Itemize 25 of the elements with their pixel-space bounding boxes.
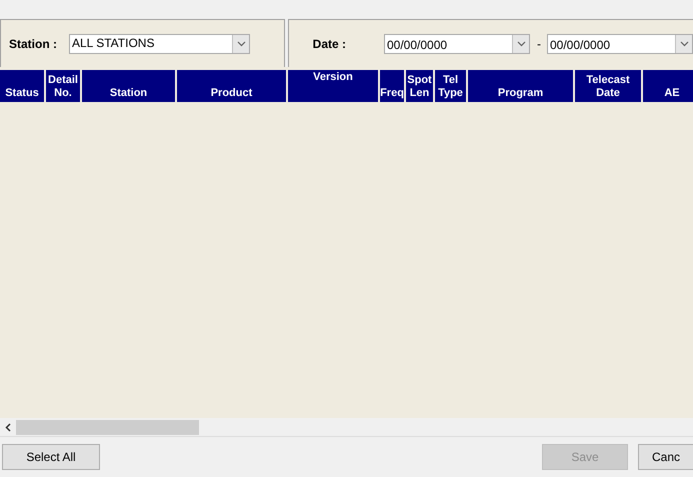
column-header[interactable]: AE — [643, 70, 693, 102]
column-header[interactable]: Station — [82, 70, 177, 102]
column-header[interactable]: Product — [177, 70, 288, 102]
date-range-separator: - — [537, 36, 541, 50]
date-to-dropdown[interactable]: 00/00/0000 — [547, 34, 693, 54]
chevron-down-icon — [236, 40, 246, 46]
column-header[interactable]: Status — [0, 70, 46, 102]
station-label: Station : — [9, 36, 57, 50]
column-header[interactable]: Telecast Date — [575, 70, 643, 102]
chevron-down-icon — [516, 40, 526, 46]
scrollbar-thumb[interactable] — [16, 420, 199, 434]
column-header[interactable]: Program — [468, 70, 575, 102]
column-header[interactable]: Detail No. — [46, 70, 82, 102]
column-header[interactable]: Spot Len — [406, 70, 435, 102]
column-header[interactable]: Version — [288, 70, 380, 102]
scroll-left-icon[interactable] — [5, 422, 11, 432]
column-header[interactable]: Freq — [380, 70, 406, 102]
station-dropdown[interactable]: ALL STATIONS — [69, 34, 250, 54]
action-button[interactable]: Canc — [638, 444, 693, 470]
horizontal-scrollbar[interactable] — [0, 418, 693, 437]
date-from-dropdown[interactable]: 00/00/0000 — [384, 34, 530, 54]
column-header[interactable]: Tel Type — [435, 70, 468, 102]
chevron-down-icon — [680, 40, 688, 46]
date-label: Date : — [312, 36, 346, 50]
action-button[interactable]: Select All — [2, 444, 100, 470]
